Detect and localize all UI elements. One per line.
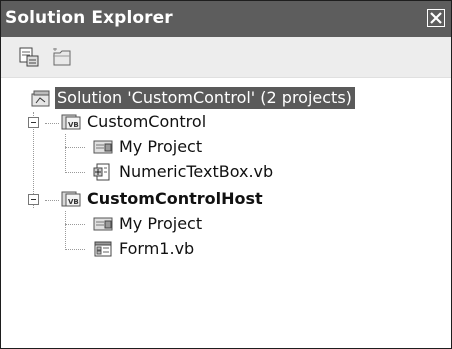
close-button[interactable] [427, 9, 445, 27]
tree-item-label: My Project [119, 137, 203, 156]
tree-item-label: CustomControlHost [87, 189, 263, 208]
tree-item-file[interactable]: NumericTextBox.vb [93, 161, 273, 183]
collapse-toggle[interactable] [28, 194, 39, 205]
tree-connector [65, 211, 66, 250]
title-bar: Solution Explorer [1, 1, 451, 37]
tree-item-label: Form1.vb [119, 239, 195, 258]
properties-button[interactable] [19, 47, 39, 67]
svg-text:VB: VB [68, 121, 79, 129]
tree-connector [45, 123, 59, 124]
my-project-icon [93, 217, 113, 231]
window-title: Solution Explorer [5, 8, 173, 28]
collapse-toggle[interactable] [28, 117, 39, 128]
tree-connector [45, 200, 59, 201]
form-file-icon [94, 241, 112, 257]
svg-text:VB: VB [68, 198, 79, 206]
tree-item-file[interactable]: Form1.vb [93, 238, 194, 260]
solution-icon [31, 90, 50, 107]
show-all-files-icon [53, 48, 71, 66]
tree-item-project[interactable]: VB CustomControlHost [61, 188, 263, 210]
solution-tree: Solution 'CustomControl' (2 projects) VB… [1, 78, 451, 348]
tree-connector [65, 224, 85, 225]
tree-item-label: Solution 'CustomControl' (2 projects) [55, 87, 355, 109]
toolbar [1, 37, 451, 78]
vb-project-icon: VB [61, 114, 81, 130]
solution-explorer-window: Solution Explorer Solution 'CustomContro… [0, 0, 452, 349]
tree-item-file[interactable]: My Project [93, 213, 202, 235]
properties-icon [19, 47, 39, 67]
vb-class-file-icon [93, 163, 110, 181]
tree-connector [65, 147, 85, 148]
tree-connector [65, 134, 66, 173]
tree-item-label: CustomControl [87, 112, 207, 131]
tree-item-file[interactable]: My Project [93, 136, 202, 158]
tree-item-solution[interactable]: Solution 'CustomControl' (2 projects) [31, 87, 355, 109]
close-icon [430, 12, 442, 24]
tree-item-label: My Project [119, 214, 203, 233]
tree-item-project[interactable]: VB CustomControl [61, 111, 206, 133]
show-all-files-button[interactable] [51, 47, 71, 67]
my-project-icon [93, 140, 113, 154]
tree-connector [65, 249, 85, 250]
vb-project-icon: VB [61, 191, 81, 207]
tree-connector [65, 172, 85, 173]
tree-item-label: NumericTextBox.vb [119, 162, 274, 181]
